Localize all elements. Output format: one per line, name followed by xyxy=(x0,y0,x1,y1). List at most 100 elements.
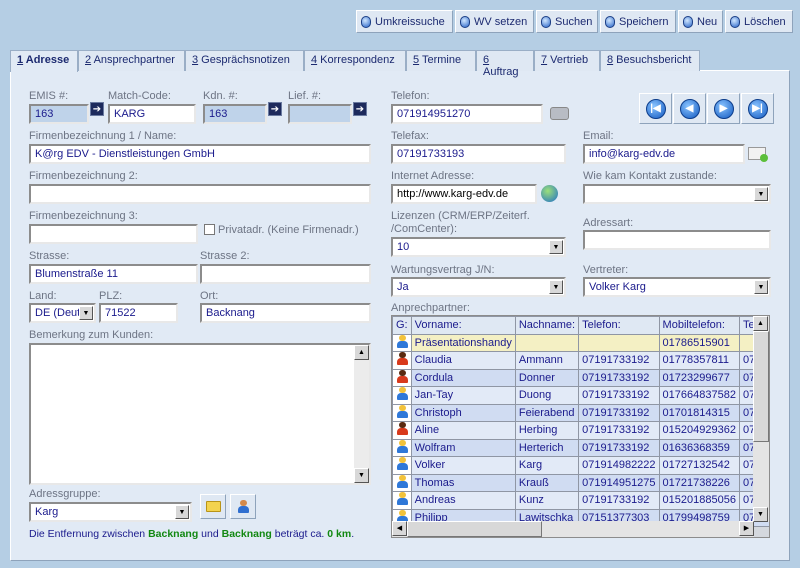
tab-gespraechsnotizen[interactable]: 3 Gesprächsnotizen xyxy=(185,50,304,71)
scroll-right-icon[interactable]: ▶ xyxy=(739,521,754,536)
table-row[interactable]: WolframHerterich071917331920163636835907… xyxy=(393,439,769,456)
table-row[interactable]: AndreasKunz07191733192015201885056071917… xyxy=(393,492,769,509)
chevron-down-icon[interactable]: ▼ xyxy=(175,505,189,519)
chevron-down-icon[interactable]: ▼ xyxy=(754,187,768,201)
scroll-thumb[interactable] xyxy=(407,521,542,537)
phone-icon[interactable] xyxy=(550,107,569,120)
chevron-down-icon[interactable]: ▼ xyxy=(79,306,93,320)
table-row[interactable]: ClaudiaAmmann071917331920177835781107191… xyxy=(393,352,769,369)
scroll-left-icon[interactable]: ◀ xyxy=(392,521,407,536)
scroll-up-icon[interactable]: ▲ xyxy=(753,316,768,331)
adressgruppe-select[interactable]: Karg ▼ xyxy=(29,502,192,522)
ort-field[interactable]: Backnang xyxy=(200,303,371,323)
female-person-icon xyxy=(396,369,408,383)
globe-icon[interactable] xyxy=(541,185,558,202)
horizontal-scrollbar[interactable]: ◀ ▶ xyxy=(392,521,754,537)
header-row: G: Vorname: Nachname: Telefon: Mobiltele… xyxy=(393,317,769,334)
adressart-label: Adressart: xyxy=(583,217,634,229)
telefax-field[interactable]: 07191733193 xyxy=(391,144,566,164)
table-row[interactable]: Präsentationshandy 01786515901 xyxy=(393,334,769,351)
arrow-right-icon[interactable]: ➔ xyxy=(268,102,282,116)
column-header[interactable]: Vorname: xyxy=(411,317,515,334)
arrow-right-icon[interactable]: ➔ xyxy=(90,102,104,116)
chevron-down-icon[interactable]: ▼ xyxy=(549,240,563,254)
adressart-field[interactable] xyxy=(583,230,771,250)
cell-t: 07191733192 xyxy=(579,387,659,404)
scroll-down-icon[interactable]: ▼ xyxy=(753,507,768,522)
chevron-down-icon[interactable]: ▼ xyxy=(549,280,563,294)
lief-field[interactable] xyxy=(288,104,352,124)
tab-ansprechpartner[interactable]: 2 Ansprechpartner xyxy=(78,50,185,71)
cell-n: Donner xyxy=(515,369,579,386)
table-row[interactable]: Christoph Feierabend 07191733192 0170181431… xyxy=(393,404,769,421)
speichern-button[interactable]: Speichern xyxy=(600,10,676,33)
internet-field[interactable]: http://www.karg-edv.de xyxy=(391,184,537,204)
lizenzen-select[interactable]: 10 ▼ xyxy=(391,237,566,257)
strasse2-field[interactable] xyxy=(200,264,371,284)
cell-t: 07191733192 xyxy=(579,404,659,421)
neu-button[interactable]: Neu xyxy=(678,10,723,33)
folder-button[interactable] xyxy=(200,494,226,519)
tab-besuchsbericht[interactable]: 8 Besuchsbericht xyxy=(600,50,700,71)
table-row[interactable]: CordulaDonner071917331920172329967707191… xyxy=(393,369,769,386)
cell-n: Herterich xyxy=(515,439,579,456)
suchen-button[interactable]: Suchen xyxy=(536,10,598,33)
tab-termine[interactable]: 5 Termine xyxy=(406,50,476,71)
bemerkung-scrollbar[interactable]: ▲ ▼ xyxy=(354,345,369,483)
last-icon: ▶| xyxy=(747,98,768,119)
button-label: Speichern xyxy=(619,15,669,28)
match-code-field[interactable]: KARG xyxy=(108,104,196,124)
umkreissuche-button[interactable]: Umkreissuche xyxy=(356,10,453,33)
bemerkung-textarea[interactable] xyxy=(29,343,371,485)
column-header[interactable]: Nachname: xyxy=(515,317,579,334)
column-header[interactable]: G: xyxy=(393,317,411,334)
land-select[interactable]: DE (Deut ▼ xyxy=(29,303,96,323)
previous-record-button[interactable]: ◀ xyxy=(673,93,706,124)
table-row[interactable]: VolkerKarg071914982222017271325420719190 xyxy=(393,457,769,474)
tab-adresse[interactable]: 1 Adresse xyxy=(10,50,78,72)
arrow-right-icon[interactable]: ➔ xyxy=(353,102,367,116)
scroll-down-icon[interactable]: ▼ xyxy=(354,468,369,483)
button-bullet-icon xyxy=(683,15,693,28)
table-row[interactable]: ThomasKrauß07191495127501721738226071917… xyxy=(393,474,769,491)
scroll-thumb[interactable] xyxy=(753,331,769,442)
vertical-scrollbar[interactable]: ▲ ▼ xyxy=(753,316,769,522)
next-record-button[interactable]: ▶ xyxy=(707,93,740,124)
email-field[interactable]: info@karg-edv.de xyxy=(583,144,745,164)
cell-v: Cordula xyxy=(411,369,515,386)
plz-field[interactable]: 71522 xyxy=(99,303,178,323)
emis-field[interactable]: 163 xyxy=(29,104,89,124)
tab-korrespondenz[interactable]: 4 Korrespondenz xyxy=(304,50,406,71)
contacts-label: Anprechpartner: xyxy=(391,302,470,314)
contacts-grid: G: Vorname: Nachname: Telefon: Mobiltele… xyxy=(391,315,770,538)
tab-vertrieb[interactable]: 7 Vertrieb xyxy=(534,50,600,71)
kdn-field[interactable]: 163 xyxy=(203,104,267,124)
firma2-field[interactable] xyxy=(29,184,371,204)
column-header[interactable]: Telefon: xyxy=(579,317,659,334)
kontakt-select[interactable]: ▼ xyxy=(583,184,771,204)
contact-button[interactable] xyxy=(230,494,256,519)
cell-v: Christoph xyxy=(411,404,515,421)
mail-icon[interactable] xyxy=(748,147,768,162)
vertreter-select[interactable]: Volker Karg ▼ xyxy=(583,277,771,297)
wartung-select[interactable]: Ja ▼ xyxy=(391,277,566,297)
last-record-button[interactable]: ▶| xyxy=(741,93,774,124)
column-header[interactable]: Mobiltelefon: xyxy=(659,317,739,334)
loeschen-button[interactable]: Löschen xyxy=(725,10,793,33)
cell-m: 01723299677 xyxy=(659,369,739,386)
firma3-field[interactable] xyxy=(29,224,198,244)
firma1-field[interactable]: K@rg EDV - Dienstleistungen GmbH xyxy=(29,144,371,164)
wv-setzen-button[interactable]: WV setzen xyxy=(455,10,534,33)
lief-label: Lief. #: xyxy=(288,90,322,102)
strasse-field[interactable]: Blumenstraße 11 xyxy=(29,264,198,284)
telefon-field[interactable]: 071914951270 xyxy=(391,104,543,124)
scroll-up-icon[interactable]: ▲ xyxy=(354,345,369,360)
gender-cell xyxy=(393,352,411,369)
privat-checkbox[interactable] xyxy=(204,224,215,235)
tab-auftrag[interactable]: 6 Auftrag xyxy=(476,50,534,78)
chevron-down-icon[interactable]: ▼ xyxy=(754,280,768,294)
first-record-button[interactable]: |◀ xyxy=(639,93,672,124)
table-row[interactable]: AlineHerbing0719173319201520492936207191… xyxy=(393,422,769,439)
table-row[interactable]: Jan-TayDuong0719173319201766483758207191… xyxy=(393,387,769,404)
previous-icon: ◀ xyxy=(679,98,700,119)
